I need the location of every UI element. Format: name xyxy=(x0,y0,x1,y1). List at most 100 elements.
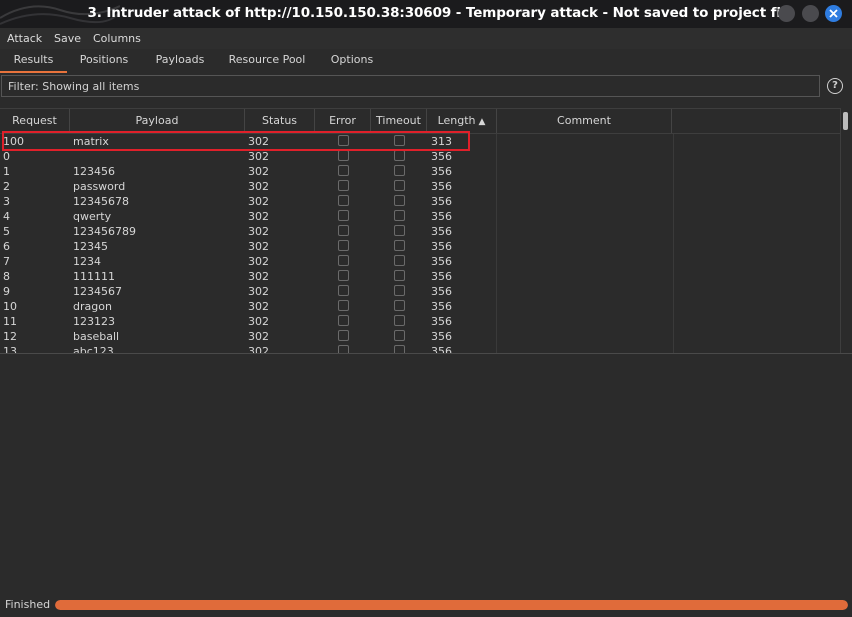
vertical-scrollbar[interactable] xyxy=(840,108,850,353)
close-button[interactable] xyxy=(825,5,842,22)
table-row[interactable]: 8 111111 302 356 xyxy=(0,269,840,284)
request-cell: 9 xyxy=(3,285,10,298)
tab-positions[interactable]: Positions xyxy=(72,53,136,71)
table-row[interactable]: 10 dragon 302 356 xyxy=(0,299,840,314)
payload-cell: baseball xyxy=(73,330,120,343)
status-cell: 302 xyxy=(248,345,269,353)
status-cell: 302 xyxy=(248,150,269,163)
table-row[interactable]: 6 12345 302 356 xyxy=(0,239,840,254)
menu-attack[interactable]: Attack xyxy=(7,32,42,45)
error-checkbox xyxy=(338,195,349,206)
timeout-checkbox xyxy=(394,180,405,191)
length-cell: 356 xyxy=(431,270,452,283)
status-cell: 302 xyxy=(248,135,269,148)
table-row[interactable]: 12 baseball 302 356 xyxy=(0,329,840,344)
tab-results[interactable]: Results xyxy=(0,53,67,73)
error-checkbox xyxy=(338,135,349,146)
request-cell: 13 xyxy=(3,345,17,353)
error-checkbox xyxy=(338,240,349,251)
payload-cell: 12345 xyxy=(73,240,108,253)
tab-options[interactable]: Options xyxy=(320,53,384,71)
payload-cell: matrix xyxy=(73,135,109,148)
request-cell: 0 xyxy=(3,150,10,163)
error-checkbox xyxy=(338,210,349,221)
length-cell: 356 xyxy=(431,240,452,253)
scrollbar-thumb[interactable] xyxy=(843,112,848,130)
error-checkbox xyxy=(338,225,349,236)
payload-cell: abc123 xyxy=(73,345,114,353)
request-cell: 4 xyxy=(3,210,10,223)
request-cell: 2 xyxy=(3,180,10,193)
timeout-checkbox xyxy=(394,195,405,206)
payload-cell: 123456789 xyxy=(73,225,136,238)
error-checkbox xyxy=(338,270,349,281)
length-cell: 356 xyxy=(431,210,452,223)
table-row[interactable]: 9 1234567 302 356 xyxy=(0,284,840,299)
results-table: Request Payload Status Error Timeout Len… xyxy=(0,108,852,353)
table-body: 100 matrix 302 313 0 302 356 1 123456 302 356 2 pass… xyxy=(0,134,840,353)
request-cell: 100 xyxy=(3,135,24,148)
status-cell: 302 xyxy=(248,225,269,238)
table-row[interactable]: 5 123456789 302 356 xyxy=(0,224,840,239)
request-cell: 11 xyxy=(3,315,17,328)
timeout-checkbox xyxy=(394,345,405,353)
column-header-error[interactable]: Error xyxy=(315,109,371,133)
status-cell: 302 xyxy=(248,180,269,193)
status-cell: 302 xyxy=(248,270,269,283)
error-checkbox xyxy=(338,345,349,353)
timeout-checkbox xyxy=(394,315,405,326)
tab-payloads[interactable]: Payloads xyxy=(148,53,212,71)
menu-columns[interactable]: Columns xyxy=(93,32,141,45)
table-row[interactable]: 0 302 356 xyxy=(0,149,840,164)
menu-bar: Attack Save Columns xyxy=(0,28,852,50)
status-label: Finished xyxy=(5,598,51,611)
timeout-checkbox xyxy=(394,210,405,221)
column-header-status[interactable]: Status xyxy=(245,109,315,133)
table-row[interactable]: 13 abc123 302 356 xyxy=(0,344,840,353)
column-header-timeout[interactable]: Timeout xyxy=(371,109,427,133)
filter-bar[interactable]: Filter: Showing all items xyxy=(1,75,820,97)
request-cell: 3 xyxy=(3,195,10,208)
status-cell: 302 xyxy=(248,210,269,223)
error-checkbox xyxy=(338,285,349,296)
length-cell: 356 xyxy=(431,195,452,208)
payload-cell: 12345678 xyxy=(73,195,129,208)
help-icon[interactable]: ? xyxy=(827,78,843,94)
table-row[interactable]: 11 123123 302 356 xyxy=(0,314,840,329)
minimize-button[interactable] xyxy=(778,5,795,22)
timeout-checkbox xyxy=(394,135,405,146)
status-cell: 302 xyxy=(248,165,269,178)
table-row[interactable]: 1 123456 302 356 xyxy=(0,164,840,179)
table-row[interactable]: 2 password 302 356 xyxy=(0,179,840,194)
status-cell: 302 xyxy=(248,300,269,313)
length-cell: 356 xyxy=(431,300,452,313)
table-row[interactable]: 7 1234 302 356 xyxy=(0,254,840,269)
table-row[interactable]: 3 12345678 302 356 xyxy=(0,194,840,209)
column-header-comment[interactable]: Comment xyxy=(497,109,672,133)
table-row[interactable]: 100 matrix 302 313 xyxy=(0,134,840,149)
column-header-payload[interactable]: Payload xyxy=(70,109,245,133)
timeout-checkbox xyxy=(394,330,405,341)
request-response-pane xyxy=(0,358,852,593)
length-cell: 356 xyxy=(431,285,452,298)
payload-cell: 123123 xyxy=(73,315,115,328)
timeout-checkbox xyxy=(394,150,405,161)
table-row[interactable]: 4 qwerty 302 356 xyxy=(0,209,840,224)
column-header-length[interactable]: Length ▲ xyxy=(427,109,497,133)
error-checkbox xyxy=(338,315,349,326)
tab-resource-pool[interactable]: Resource Pool xyxy=(226,53,308,71)
length-cell: 356 xyxy=(431,255,452,268)
length-cell: 356 xyxy=(431,165,452,178)
column-header-request[interactable]: Request xyxy=(0,109,70,133)
timeout-checkbox xyxy=(394,225,405,236)
tab-bar: Results Positions Payloads Resource Pool… xyxy=(0,49,852,73)
maximize-button[interactable] xyxy=(802,5,819,22)
timeout-checkbox xyxy=(394,165,405,176)
request-cell: 5 xyxy=(3,225,10,238)
error-checkbox xyxy=(338,330,349,341)
menu-save[interactable]: Save xyxy=(54,32,81,45)
length-cell: 356 xyxy=(431,345,452,353)
payload-cell: 111111 xyxy=(73,270,115,283)
title-bar: 3. Intruder attack of http://10.150.150.… xyxy=(0,0,852,28)
error-checkbox xyxy=(338,300,349,311)
